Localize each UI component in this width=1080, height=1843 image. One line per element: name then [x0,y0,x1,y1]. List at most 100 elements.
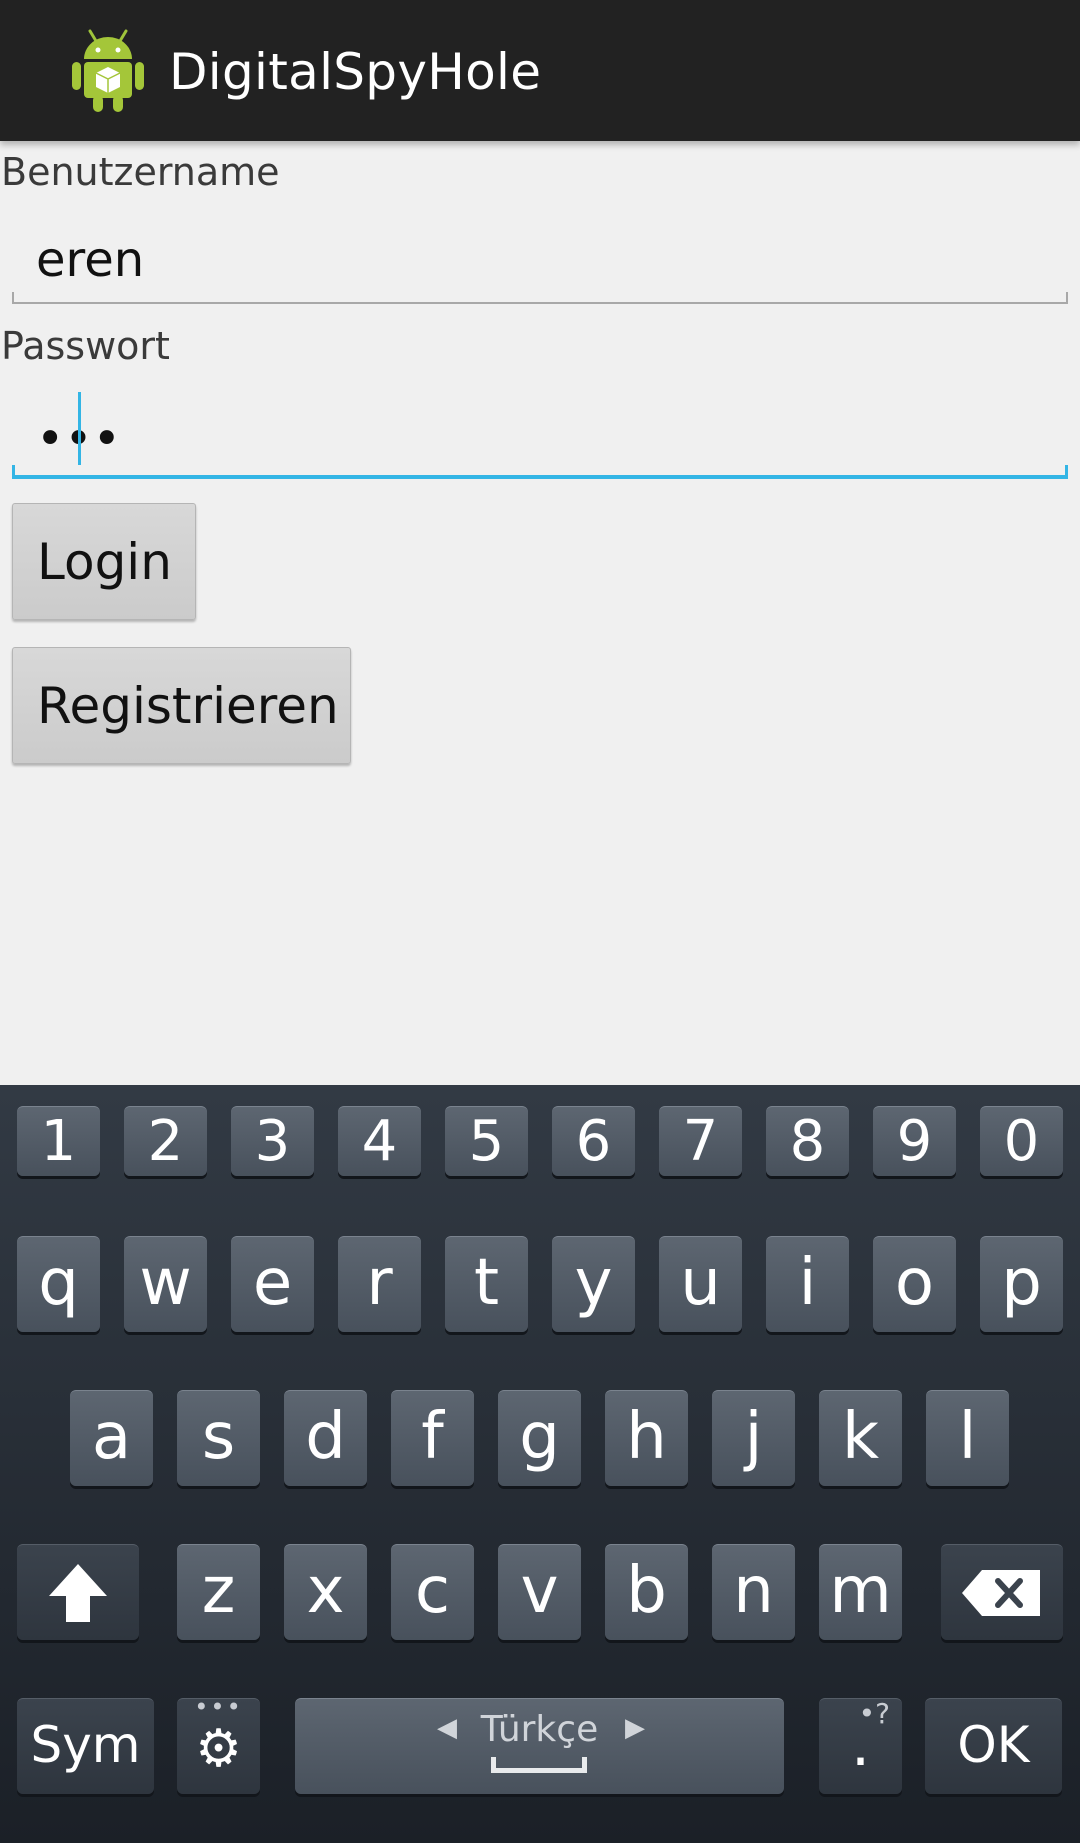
key-label: j [744,1400,763,1474]
key-z[interactable]: z [177,1544,260,1640]
key-label: q [38,1246,79,1320]
register-button[interactable]: Registrieren [12,647,351,764]
key-a[interactable]: a [70,1390,153,1486]
key-8[interactable]: 8 [766,1106,849,1176]
soft-keyboard: 1 2 3 4 5 6 7 8 9 0 qwer tyu i op asd f gh j k l zxcvbnm Sym… [0,1085,1080,1843]
language-label: Türkçe [480,1709,599,1750]
sym-key-label: Sym [30,1716,141,1774]
key-0[interactable]: 0 [980,1106,1063,1176]
key-label: n [733,1554,774,1628]
key-y[interactable]: y [552,1236,635,1332]
android-robot-icon [72,29,144,112]
settings-key[interactable]: ••• ⚙ [177,1693,260,1794]
key-label: 4 [361,1109,398,1174]
key-6[interactable]: 6 [552,1106,635,1176]
language-next-icon: ▶ [625,1713,645,1743]
password-underline [12,475,1068,479]
password-field[interactable]: ••• [12,399,1068,479]
key-n[interactable]: n [712,1544,795,1640]
key-i[interactable]: i [766,1236,849,1332]
key-s[interactable]: s [177,1390,260,1486]
key-label: y [574,1246,613,1320]
password-label: Passwort [1,324,170,368]
key-label: t [473,1246,500,1320]
key-7[interactable]: 7 [659,1106,742,1176]
key-label: g [519,1400,560,1474]
key-label: z [201,1554,236,1628]
backspace-key[interactable] [941,1544,1063,1640]
key-label: p [1001,1246,1042,1320]
spacebar-icon [491,1757,587,1773]
key-w[interactable]: w [124,1236,207,1332]
key-p[interactable]: p [980,1236,1063,1332]
underline-tick-left [12,465,15,479]
underline-tick-left [12,292,14,304]
key-o[interactable]: o [873,1236,956,1332]
key-2[interactable]: 2 [124,1106,207,1176]
key-label: i [798,1246,817,1320]
key-9[interactable]: 9 [873,1106,956,1176]
action-bar: DigitalSpyHole [0,0,1080,141]
underline-tick-right [1066,292,1068,304]
key-c[interactable]: c [391,1544,474,1640]
key-3[interactable]: 3 [231,1106,314,1176]
key-label: 7 [682,1109,719,1174]
key-label: h [626,1400,667,1474]
shift-arrow-icon [49,1564,107,1622]
key-label: f [421,1400,444,1474]
key-label: e [252,1246,293,1320]
key-label: s [201,1400,236,1474]
backspace-icon [962,1570,1040,1616]
ok-key-label: OK [957,1716,1030,1774]
key-b[interactable]: b [605,1544,688,1640]
key-v[interactable]: v [498,1544,581,1640]
username-field[interactable]: eren [12,224,1068,304]
shift-key[interactable] [17,1544,139,1640]
text-cursor [78,392,81,465]
key-h[interactable]: h [605,1390,688,1486]
login-button[interactable]: Login [12,503,196,620]
key-m[interactable]: m [819,1544,902,1640]
space-key[interactable]: ◀ Türkçe ▶ [295,1698,784,1794]
username-value: eren [36,232,145,288]
key-x[interactable]: x [284,1544,367,1640]
key-label: 2 [147,1109,184,1174]
key-label: c [414,1554,451,1628]
key-label: k [841,1400,880,1474]
app-title: DigitalSpyHole [169,43,542,101]
key-e[interactable]: e [231,1236,314,1332]
key-label: r [366,1246,393,1320]
sym-key[interactable]: Sym [17,1698,154,1794]
key-u[interactable]: u [659,1236,742,1332]
key-label: 0 [1003,1109,1040,1174]
period-key[interactable]: •? . [819,1698,902,1794]
key-t[interactable]: t [445,1236,528,1332]
key-q[interactable]: q [17,1236,100,1332]
key-label: x [306,1554,345,1628]
key-label: m [829,1554,892,1628]
key-label: d [305,1400,346,1474]
key-j[interactable]: j [712,1390,795,1486]
key-l[interactable]: l [926,1390,1009,1486]
key-f[interactable]: f [391,1390,474,1486]
key-r[interactable]: r [338,1236,421,1332]
key-5[interactable]: 5 [445,1106,528,1176]
key-label: 1 [40,1109,77,1174]
key-label: v [520,1554,559,1628]
key-label: a [91,1400,132,1474]
key-label: l [958,1400,977,1474]
key-label: u [680,1246,721,1320]
key-4[interactable]: 4 [338,1106,421,1176]
key-label: b [626,1554,667,1628]
key-d[interactable]: d [284,1390,367,1486]
username-underline [12,302,1068,304]
key-1[interactable]: 1 [17,1106,100,1176]
key-k[interactable]: k [819,1390,902,1486]
key-g[interactable]: g [498,1390,581,1486]
ok-key[interactable]: OK [925,1698,1062,1794]
username-label: Benutzername [1,150,280,194]
key-label: 9 [896,1109,933,1174]
key-label: 5 [468,1109,505,1174]
key-label: 8 [789,1109,826,1174]
key-label: 3 [254,1109,291,1174]
